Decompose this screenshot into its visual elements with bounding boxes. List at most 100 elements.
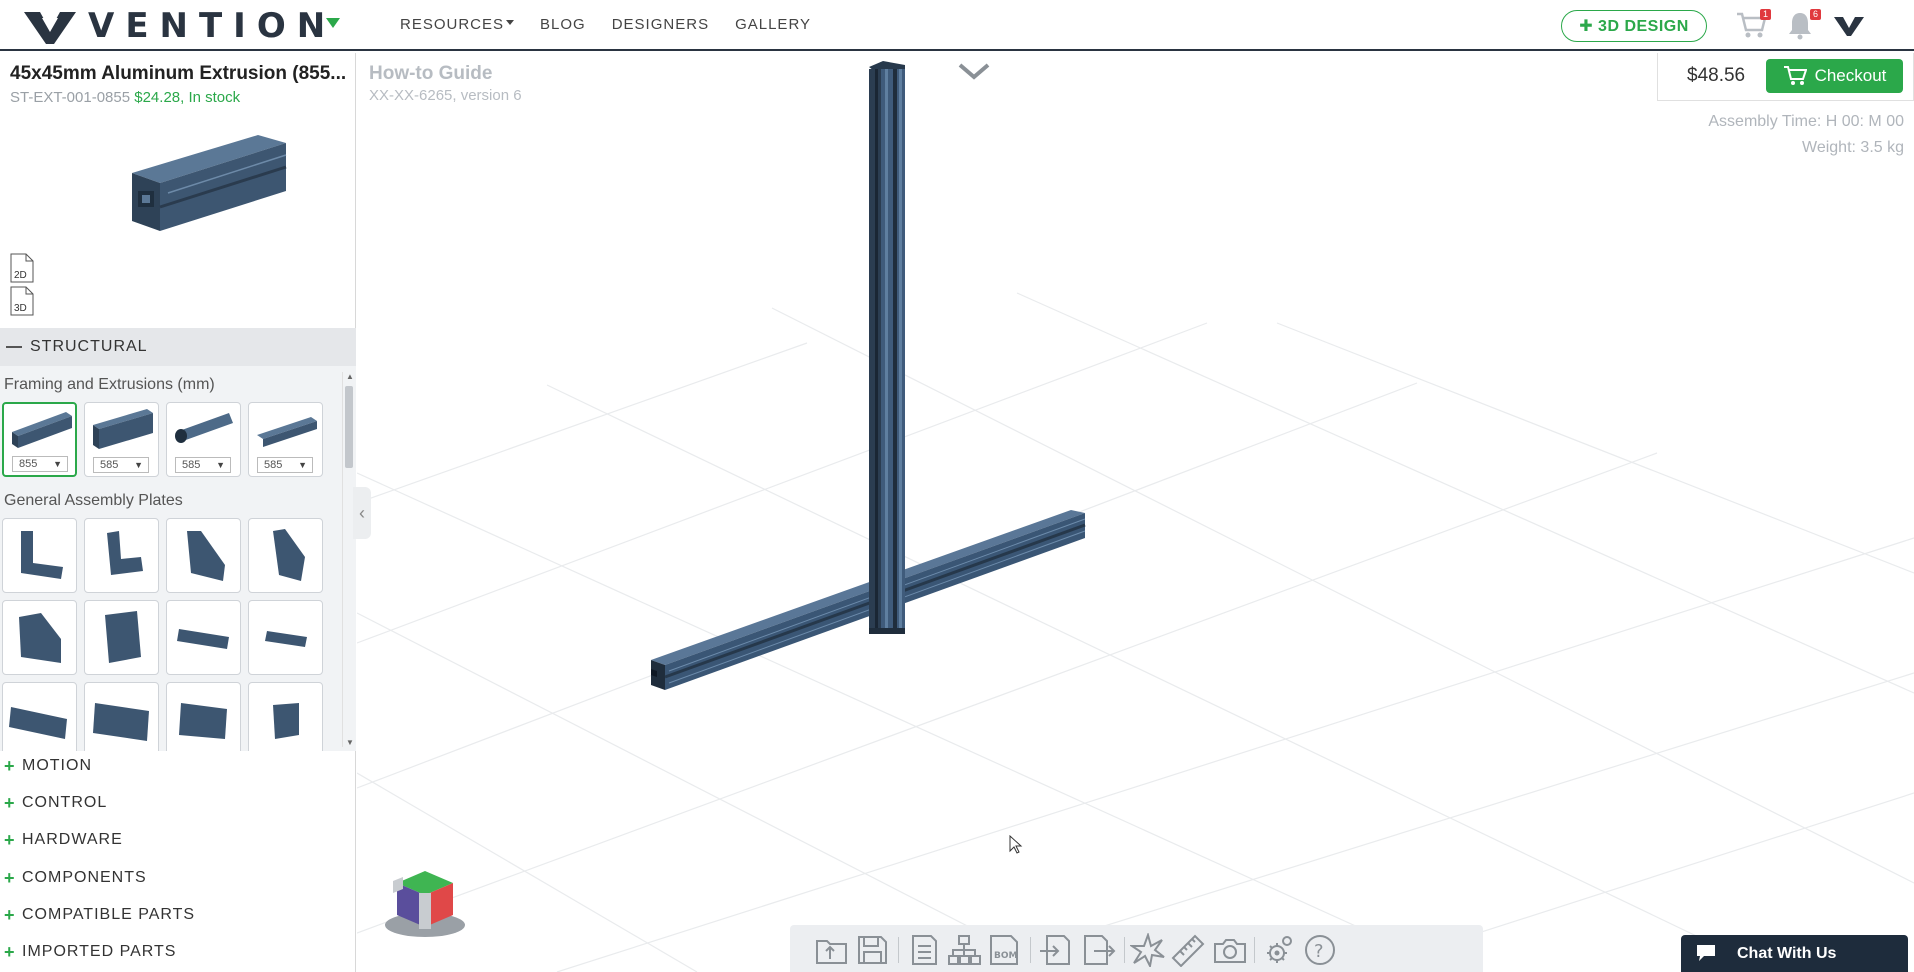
chevron-left-icon: ‹ [359, 502, 365, 523]
selected-part-meta: ST-EXT-001-0855 $24.28, In stock [10, 89, 240, 106]
extrusion-vertical-model[interactable] [869, 61, 905, 634]
length-select[interactable]: 585 [93, 457, 149, 473]
save-icon[interactable] [854, 933, 890, 967]
hierarchy-icon[interactable] [946, 933, 982, 967]
l-plate-small-thumb [107, 531, 143, 575]
group-title-framing: Framing and Extrusions (mm) [4, 376, 215, 393]
help-icon[interactable]: ? [1302, 933, 1338, 967]
chat-bubble-icon [1697, 945, 1715, 961]
design-id-version: XX-XX-6265, version 6 [369, 87, 522, 104]
triangle-plate-thumb [19, 613, 61, 663]
cart-button[interactable]: 1 [1735, 9, 1771, 40]
catalog-tile-bar-plate-short[interactable] [248, 600, 323, 675]
catalog-tile-l-plate-small[interactable] [84, 518, 159, 593]
explode-view-icon[interactable] [1130, 933, 1166, 967]
category-imported-parts[interactable]: + IMPORTED PARTS [0, 933, 356, 970]
assembly-weight: Weight: 3.5 kg [1802, 139, 1904, 156]
3d-viewport[interactable]: How-to Guide XX-XX-6265, version 6 ‹ $48… [353, 53, 1914, 972]
length-select[interactable]: 855 [12, 456, 68, 472]
how-to-guide-link[interactable]: How-to Guide [369, 63, 492, 85]
camera-icon[interactable] [1212, 933, 1248, 967]
nav-item-designers[interactable]: DESIGNERS [612, 16, 709, 33]
bar-plate-short-thumb [265, 631, 307, 647]
download-3d-button[interactable]: 3D [10, 286, 34, 316]
catalog-tile-long-plate[interactable] [2, 682, 77, 751]
scroll-down-arrow-icon[interactable]: ▼ [346, 738, 354, 747]
expand-plus-icon: + [4, 868, 16, 888]
catalog-tile-square-plate[interactable] [84, 600, 159, 675]
category-hardware[interactable]: + HARDWARE [0, 821, 356, 858]
left-panel: 45x45mm Aluminum Extrusion (855... ST-EX… [0, 53, 356, 972]
category-control[interactable]: + CONTROL [0, 784, 356, 821]
group-title-plates: General Assembly Plates [4, 492, 183, 509]
extrusion-square-thumb [12, 412, 72, 448]
length-select[interactable]: 585 [175, 457, 231, 473]
catalog-tile-extrusion-45x22[interactable]: 585 [248, 402, 323, 477]
assembly-time: Assembly Time: H 00: M 00 [1708, 113, 1904, 130]
catalog-tile-round-tube[interactable]: 585 [166, 402, 241, 477]
catalog-tile-bar-plate[interactable] [166, 600, 241, 675]
total-price: $48.56 [1687, 65, 1746, 86]
catalog-tile-rect-plate[interactable] [166, 682, 241, 751]
catalog-tile-wide-plate[interactable] [84, 682, 159, 751]
cart-count-badge: 1 [1760, 9, 1771, 20]
chat-with-us-button[interactable]: Chat With Us [1681, 935, 1908, 972]
open-folder-icon[interactable] [814, 933, 850, 967]
gusset-plate-thumb [187, 531, 225, 581]
small-plate-thumb [273, 703, 299, 739]
view-cube[interactable] [383, 859, 467, 939]
long-plate-thumb [9, 707, 67, 739]
assembly-stats: Assembly Time: H 00: M 00 Weight: 3.5 kg [1708, 109, 1904, 161]
catalog-tile-gusset-plate[interactable] [166, 518, 241, 593]
nav-item-gallery[interactable]: GALLERY [735, 16, 811, 33]
caret-down-icon [506, 20, 515, 25]
length-select[interactable]: 585 [257, 457, 313, 473]
nav-item-blog[interactable]: BLOG [540, 16, 586, 33]
scroll-up-arrow-icon[interactable]: ▲ [346, 372, 354, 381]
vention-avatar-icon [1834, 17, 1864, 36]
collapse-panel-button[interactable]: ‹ [353, 487, 371, 539]
extrusion-double-thumb [93, 409, 153, 449]
structural-section-header[interactable]: STRUCTURAL [0, 328, 356, 366]
selected-part-title: 45x45mm Aluminum Extrusion (855... [10, 63, 347, 84]
catalog-tile-small-plate[interactable] [248, 682, 323, 751]
extrusion-horizontal-model[interactable] [651, 510, 1086, 690]
notification-count-badge: 6 [1810, 9, 1821, 20]
svg-text:?: ? [1314, 941, 1324, 962]
expand-plus-icon: + [4, 793, 16, 813]
brand-dropdown-caret-icon[interactable] [326, 18, 340, 28]
part-list-icon[interactable] [906, 933, 942, 967]
vention-logo[interactable]: VENTION [22, 6, 336, 46]
notifications-button[interactable]: 6 [1785, 9, 1821, 40]
round-tube-thumb [175, 413, 233, 443]
brand-name: VENTION [88, 6, 337, 46]
checkout-button[interactable]: Checkout [1766, 59, 1903, 93]
scroll-thumb[interactable] [345, 386, 353, 468]
extrusion-flat-thumb [257, 417, 317, 447]
part-preview-image [132, 135, 287, 231]
category-motion[interactable]: + MOTION [0, 747, 356, 784]
category-components[interactable]: + COMPONENTS [0, 859, 356, 896]
account-menu-button[interactable] [1833, 14, 1865, 44]
square-plate-thumb [105, 611, 141, 663]
import-icon[interactable] [1038, 933, 1074, 967]
export-icon[interactable] [1080, 933, 1116, 967]
wide-plate-thumb [93, 703, 149, 741]
ruler-icon[interactable] [1170, 933, 1206, 967]
3d-scene[interactable] [357, 53, 1914, 972]
category-compatible-parts[interactable]: + COMPATIBLE PARTS [0, 896, 356, 933]
download-2d-button[interactable]: 2D [10, 253, 34, 283]
new-3d-design-button[interactable]: ✚ 3D DESIGN [1561, 10, 1707, 42]
settings-icon[interactable] [1260, 933, 1296, 967]
nav-item-resources[interactable]: RESOURCES [400, 16, 515, 33]
catalog-tile-triangle-plate[interactable] [2, 600, 77, 675]
catalog-tile-extrusion-45x45[interactable]: 855 [2, 402, 77, 477]
catalog-tile-l-plate[interactable] [2, 518, 77, 593]
expand-plus-icon: + [4, 756, 16, 776]
catalog-tile-extrusion-90x45[interactable]: 585 [84, 402, 159, 477]
expand-plus-icon: + [4, 830, 16, 850]
catalog-scrollbar[interactable]: ▲ ▼ [342, 372, 354, 747]
bom-icon[interactable]: BOM [986, 933, 1022, 967]
catalog-tile-gusset-plate-small[interactable] [248, 518, 323, 593]
chevron-down-icon[interactable] [957, 61, 991, 81]
